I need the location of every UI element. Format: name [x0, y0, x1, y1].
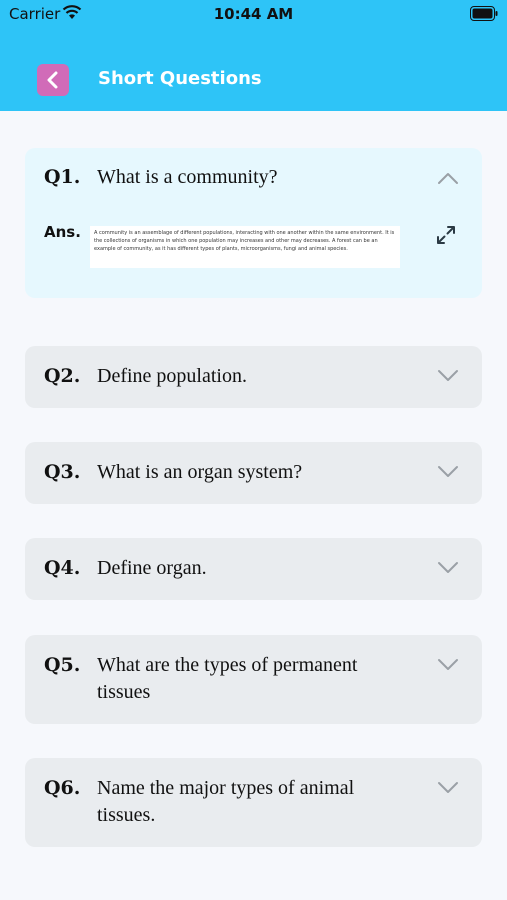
clock: 10:44 AM — [213, 5, 294, 23]
question-text: What is a community? — [97, 166, 278, 188]
chevron-down-icon[interactable] — [437, 465, 459, 479]
chevron-down-icon[interactable] — [437, 658, 459, 672]
question-card-3[interactable]: Q3. What is an organ system? — [25, 442, 482, 504]
question-card-2[interactable]: Q2. Define population. — [25, 346, 482, 408]
question-card-6[interactable]: Q6. Name the major types of animal tissu… — [25, 758, 482, 847]
question-number: Q6. — [44, 777, 81, 799]
question-number: Q1. — [44, 166, 81, 188]
answer-text: A community is an assemblage of differen… — [90, 226, 400, 268]
question-card-1[interactable]: Q1. What is a community? Ans. A communit… — [25, 148, 482, 298]
chevron-down-icon[interactable] — [437, 369, 459, 383]
battery-icon — [470, 6, 498, 21]
answer-label: Ans. — [44, 223, 81, 241]
expand-icon[interactable] — [435, 224, 457, 246]
question-number: Q5. — [44, 654, 81, 676]
page-title: Short Questions — [98, 68, 262, 89]
back-button[interactable] — [37, 64, 69, 96]
chevron-down-icon[interactable] — [437, 561, 459, 575]
question-text: What are the types of permanent tissues — [97, 654, 358, 703]
question-number: Q3. — [44, 461, 81, 483]
question-card-4[interactable]: Q4. Define organ. — [25, 538, 482, 600]
app-header: Carrier 10:44 AM Short Questions — [0, 0, 507, 111]
chevron-up-icon[interactable] — [437, 171, 459, 185]
question-text: Define organ. — [97, 557, 207, 579]
question-card-5[interactable]: Q5. What are the types of permanent tiss… — [25, 635, 482, 724]
question-number: Q4. — [44, 557, 81, 579]
question-text: Define population. — [97, 365, 247, 387]
question-text: Name the major types of animal tissues. — [97, 777, 355, 826]
question-text: What is an organ system? — [97, 461, 303, 483]
status-bar: Carrier 10:44 AM — [0, 0, 507, 30]
chevron-left-icon — [47, 71, 58, 89]
question-number: Q2. — [44, 365, 81, 387]
chevron-down-icon[interactable] — [437, 781, 459, 795]
